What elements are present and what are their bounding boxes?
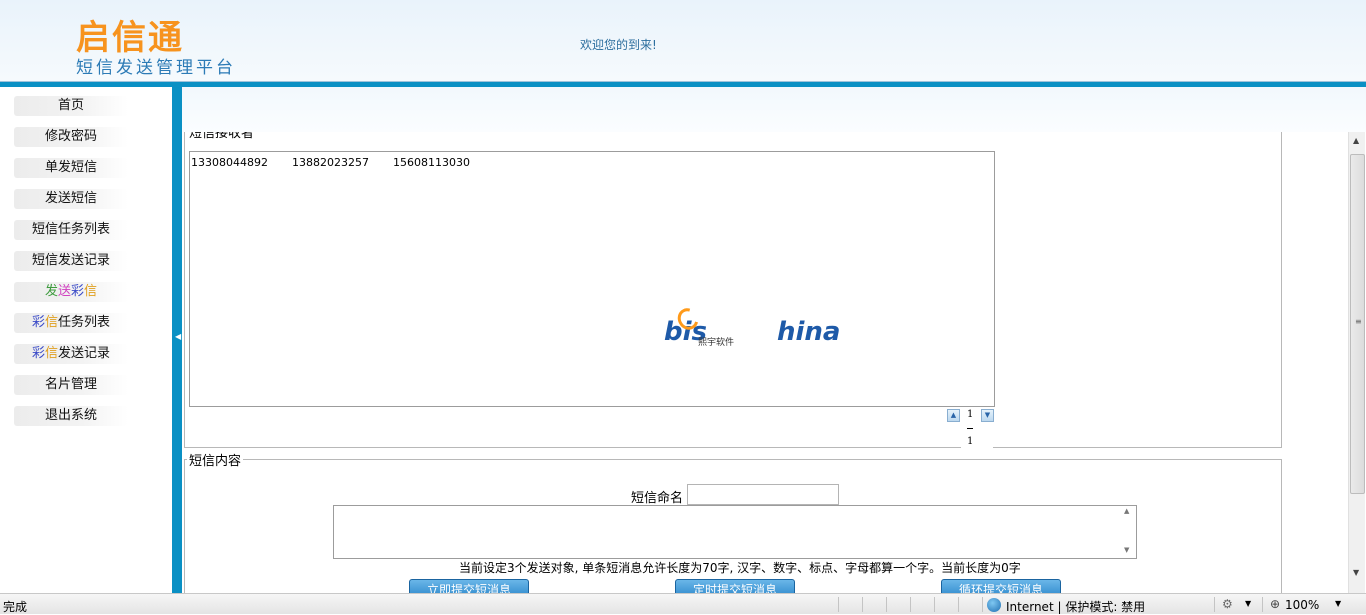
submit-now-button[interactable]: 立即提交短消息 xyxy=(409,579,529,593)
brand-logo-sub: 熙宇软件 xyxy=(698,338,735,348)
nav-label-part: 信 xyxy=(44,315,58,330)
total-pages: 1 xyxy=(967,436,974,447)
status-separator xyxy=(862,597,863,612)
status-separator xyxy=(982,597,983,612)
nav-label: 退出系统 xyxy=(44,408,97,423)
nav-label-part: 彩 xyxy=(31,315,45,330)
nav-label-part: 任务列表 xyxy=(58,315,111,330)
sms-name-label: 短信命名 xyxy=(631,491,684,506)
nav-label-part: 发送记录 xyxy=(58,346,111,361)
sms-name-input[interactable] xyxy=(687,484,839,505)
nav-label: 修改密码 xyxy=(44,129,97,144)
page-up-button[interactable]: ▲ xyxy=(947,409,960,422)
scroll-down-icon[interactable]: ▼ xyxy=(1353,568,1359,577)
sms-message-textarea[interactable] xyxy=(333,505,1137,559)
welcome-text: 欢迎您的到来! xyxy=(580,38,657,52)
receivers-legend: 短信接收者 xyxy=(189,132,255,141)
status-separator xyxy=(1214,597,1215,612)
sidebar: 首页 修改密码 单发短信 发送短信 短信任务列表 短信发送记录 发送彩信 彩信任… xyxy=(0,87,172,593)
header: 启信通 短信发送管理平台 欢迎您的到来! xyxy=(0,0,1366,82)
nav-single-sms[interactable]: 单发短信 xyxy=(14,158,128,178)
nav-logout[interactable]: 退出系统 xyxy=(14,406,128,426)
grip-icon: ≡ xyxy=(1355,317,1362,326)
nav-mms-send-log[interactable]: 彩信发送记录 xyxy=(14,344,128,364)
nav-label-part: 发 xyxy=(44,284,58,299)
scroll-up-icon[interactable]: ▲ xyxy=(1124,507,1129,515)
nav-label-part: 彩 xyxy=(31,346,45,361)
scrollbar-thumb[interactable]: ≡ xyxy=(1350,154,1365,494)
page-scrollbar[interactable]: ▲ ≡ ▼ xyxy=(1348,132,1365,593)
nav-label: 单发短信 xyxy=(44,160,97,175)
receiver-number: 13308044892 xyxy=(191,156,268,169)
nav-label: 首页 xyxy=(57,98,84,113)
nav-mms-task-list[interactable]: 彩信任务列表 xyxy=(14,313,128,333)
logo-title: 启信通 xyxy=(76,18,184,58)
chevron-down-icon[interactable]: ▼ xyxy=(1245,599,1251,608)
submit-loop-button[interactable]: 循环提交短消息 xyxy=(941,579,1061,593)
nav-send-mms[interactable]: 发送彩信 xyxy=(14,282,128,302)
receivers-list[interactable]: 13308044892 13882023257 15608113030 bis hin… xyxy=(189,151,995,407)
globe-icon xyxy=(987,598,1001,612)
zoom-icon[interactable]: ⊕ xyxy=(1270,597,1280,611)
receivers-fieldset: 短信接收者 13308044892 13882023257 15608113030 … xyxy=(184,132,1282,483)
receiver-number: 13882023257 xyxy=(291,156,369,169)
brand-logo: bis hina 熙宇软件 xyxy=(636,304,864,386)
status-separator xyxy=(838,597,839,612)
nav-sms-task-list[interactable]: 短信任务列表 xyxy=(14,220,128,240)
main-content: 短信接收者 13308044892 13882023257 15608113030 … xyxy=(182,132,1348,593)
current-page: 1 xyxy=(967,409,974,420)
content-top-band xyxy=(182,87,1366,132)
nav-card-manage[interactable]: 名片管理 xyxy=(14,375,128,395)
zoom-level[interactable]: 100% xyxy=(1285,598,1319,612)
status-separator xyxy=(958,597,959,612)
nav-label: 短信任务列表 xyxy=(31,222,110,237)
nav-label: 短信发送记录 xyxy=(31,253,110,268)
security-zone[interactable]: Internet | 保护模式: 禁用 xyxy=(1006,598,1145,615)
status-text: 完成 xyxy=(3,600,28,614)
nav-sms-send-log[interactable]: 短信发送记录 xyxy=(14,251,128,271)
status-separator xyxy=(910,597,911,612)
gear-icon[interactable]: ⚙ xyxy=(1222,597,1233,611)
nav-label: 发送短信 xyxy=(44,191,97,206)
nav-label-part: 彩 xyxy=(71,284,85,299)
pager-divider xyxy=(967,428,973,429)
status-separator xyxy=(886,597,887,612)
submit-timed-button[interactable]: 定时提交短消息 xyxy=(675,579,795,593)
nav-label-part: 送 xyxy=(57,284,71,299)
chevron-down-icon[interactable]: ▼ xyxy=(1335,599,1341,608)
nav-label: 名片管理 xyxy=(44,377,97,392)
status-separator xyxy=(934,597,935,612)
nav-home[interactable]: 首页 xyxy=(14,96,128,116)
brand-logo-text-2: hina xyxy=(776,317,841,347)
length-hint: 当前设定3个发送对象, 单条短消息允许长度为70字, 汉字、数字、标点、字母都算… xyxy=(459,561,1021,575)
status-bar: 完成 Internet | 保护模式: 禁用 ⚙ ▼ ⊕ 100% ▼ xyxy=(0,593,1366,614)
scroll-up-icon[interactable]: ▲ xyxy=(1353,136,1359,145)
page-down-button[interactable]: ▼ xyxy=(981,409,994,422)
content-fieldset: 短信内容 短信命名 ▲ ▼ 当前设定3个发送对象, 单条短消息允许长度为70字,… xyxy=(184,450,1282,593)
receiver-number: 15608113030 xyxy=(392,156,470,169)
logo-subtitle: 短信发送管理平台 xyxy=(76,58,236,78)
nav-send-sms[interactable]: 发送短信 xyxy=(14,189,128,209)
textarea-scrollbar[interactable]: ▲ ▼ xyxy=(1121,506,1136,558)
scroll-down-icon[interactable]: ▼ xyxy=(1124,546,1129,554)
nav-change-password[interactable]: 修改密码 xyxy=(14,127,128,147)
nav-label-part: 信 xyxy=(44,346,58,361)
collapse-left-icon[interactable]: ◀ xyxy=(175,332,181,341)
content-legend: 短信内容 xyxy=(189,454,242,469)
status-separator xyxy=(1262,597,1263,612)
nav-label-part: 信 xyxy=(84,284,98,299)
